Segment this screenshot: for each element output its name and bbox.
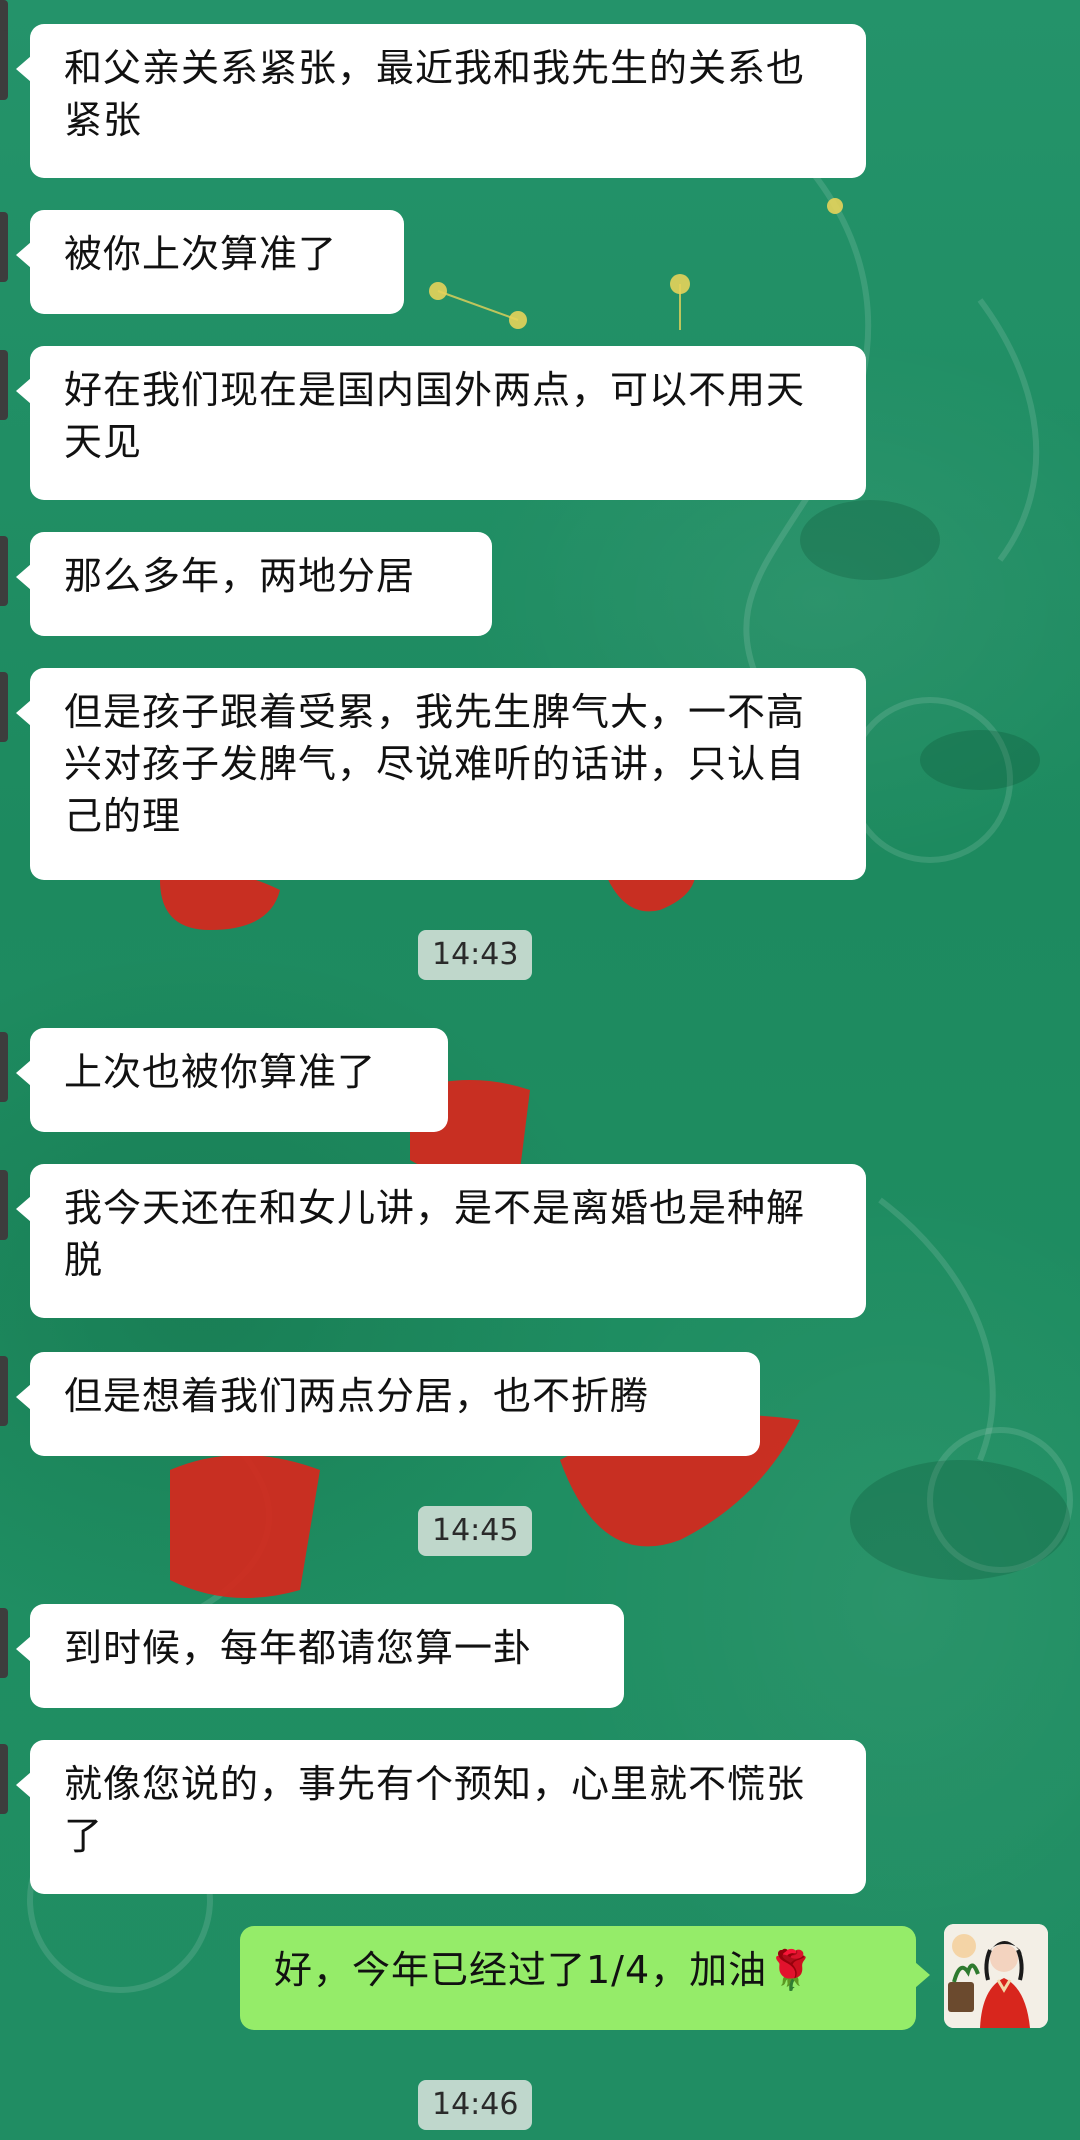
incoming-message-bubble[interactable]: 但是想着我们两点分居，也不折腾	[16, 1352, 760, 1456]
self-avatar[interactable]	[944, 1924, 1048, 2028]
incoming-message-bubble[interactable]: 就像您说的，事先有个预知，心里就不慌张了	[16, 1740, 866, 1894]
incoming-message-bubble[interactable]: 到时候，每年都请您算一卦	[16, 1604, 624, 1708]
incoming-message-bubble[interactable]: 但是孩子跟着受累，我先生脾气大，一不高兴对孩子发脾气，尽说难听的话讲，只认自己的…	[16, 668, 866, 880]
message-timestamp: 14:45	[418, 1506, 533, 1556]
sender-avatar-edge[interactable]	[0, 672, 8, 742]
sender-avatar-edge[interactable]	[0, 1608, 8, 1678]
incoming-message-bubble[interactable]: 我今天还在和女儿讲，是不是离婚也是种解脱	[16, 1164, 866, 1318]
message-text: 和父亲关系紧张，最近我和我先生的关系也紧张	[64, 46, 806, 142]
sender-avatar-edge[interactable]	[0, 1032, 8, 1102]
incoming-message-bubble[interactable]: 好在我们现在是国内国外两点，可以不用天天见	[16, 346, 866, 500]
message-text: 好在我们现在是国内国外两点，可以不用天天见	[64, 368, 806, 464]
sender-avatar-edge[interactable]	[0, 350, 8, 420]
outgoing-message-bubble[interactable]: 好，今年已经过了1/4，加油🌹	[240, 1926, 930, 2030]
incoming-message-bubble[interactable]: 和父亲关系紧张，最近我和我先生的关系也紧张	[16, 24, 866, 178]
sender-avatar-edge[interactable]	[0, 1170, 8, 1240]
incoming-message-bubble[interactable]: 上次也被你算准了	[16, 1028, 448, 1132]
message-text: 好，今年已经过了1/4，加油🌹	[274, 1948, 816, 1992]
message-text: 被你上次算准了	[64, 232, 338, 276]
sender-avatar-edge[interactable]	[0, 1356, 8, 1426]
sender-avatar-edge[interactable]	[0, 1744, 8, 1814]
message-timestamp: 14:43	[418, 930, 533, 980]
message-text: 我今天还在和女儿讲，是不是离婚也是种解脱	[64, 1186, 806, 1282]
message-text: 上次也被你算准了	[64, 1050, 377, 1094]
sender-avatar-edge[interactable]	[0, 536, 8, 606]
sender-avatar-edge[interactable]	[0, 212, 8, 282]
message-text: 就像您说的，事先有个预知，心里就不慌张了	[64, 1762, 806, 1858]
sender-avatar-edge[interactable]	[0, 30, 8, 100]
message-text: 那么多年，两地分居	[64, 554, 416, 598]
avatar-woman-in-red-icon	[944, 1924, 1048, 2028]
message-text: 但是孩子跟着受累，我先生脾气大，一不高兴对孩子发脾气，尽说难听的话讲，只认自己的…	[64, 690, 806, 838]
incoming-message-bubble[interactable]: 那么多年，两地分居	[16, 532, 492, 636]
message-timestamp: 14:46	[418, 2080, 533, 2130]
incoming-message-bubble[interactable]: 被你上次算准了	[16, 210, 404, 314]
message-text: 但是想着我们两点分居，也不折腾	[64, 1374, 650, 1418]
message-text: 到时候，每年都请您算一卦	[64, 1626, 533, 1670]
